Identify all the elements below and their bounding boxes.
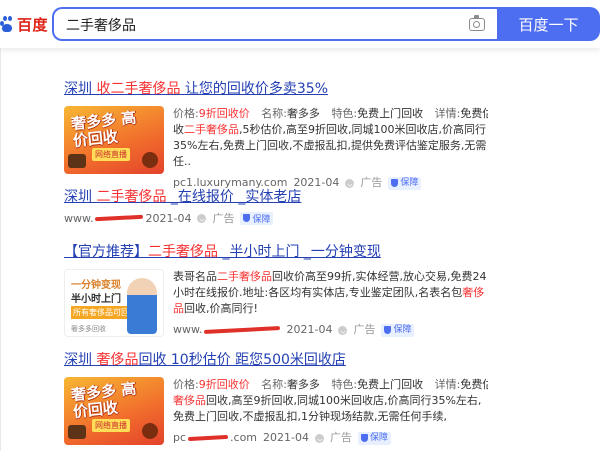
result-url[interactable]: www. (173, 322, 202, 338)
bag-icon (142, 423, 158, 439)
result-body: 价格:9折回收价 名称:奢多多 特色:免费上门回收 详情:免费估价 奢侈品回收,… (173, 377, 488, 445)
thumbnail-logo: 奢多多回收 (71, 325, 106, 333)
guarantee-badge[interactable]: 保障 (240, 211, 274, 225)
result-url-end[interactable]: .com (230, 430, 257, 446)
result-title-link[interactable]: 深圳 收二手奢侈品 让您的回收价多卖35% (64, 80, 484, 98)
redaction-mark (187, 434, 229, 442)
search-box[interactable] (52, 7, 499, 41)
result-description: 表哥名品二手奢侈品回收价高至99折,实体经营,放心交易,免费24小时在线报价.地… (173, 270, 487, 315)
result-body: 表哥名品二手奢侈品回收价高至99折,实体经营,放心交易,免费24小时在线报价.地… (173, 269, 488, 337)
thumbnail-tag: 网络直播 (92, 148, 130, 161)
redaction-mark (204, 326, 281, 334)
result-url[interactable]: pc (173, 430, 186, 446)
result-url[interactable]: www. (64, 212, 93, 225)
ad-label: 广告 (353, 323, 376, 336)
result-source: pc .com 2021-04 广告 保障 (173, 431, 488, 445)
thumbnail-tag: 网络直播 (92, 419, 130, 432)
logo-text: 百度 (17, 15, 49, 34)
result-thumbnail[interactable]: 奢多多 高价回收 网络直播 (64, 106, 164, 174)
result-item: 深圳 奢侈品回收 10秒估价 距您500米回收店 奢多多 高价回收 网络直播 价… (64, 351, 488, 445)
ad-label: 广告 (330, 431, 352, 444)
result-date: 2021-04 (263, 431, 309, 444)
redaction-mark (95, 214, 144, 222)
camera-icon[interactable] (469, 15, 485, 31)
result-title-link[interactable]: 深圳 奢侈品回收 10秒估价 距您500米回收店 (64, 351, 484, 369)
ad-label: 广告 (212, 212, 235, 225)
guarantee-badge[interactable]: 保障 (358, 431, 392, 445)
thumbnail-text: 一分钟变现 (71, 280, 121, 291)
result-thumbnail[interactable]: 奢多多 高价回收 网络直播 (64, 377, 164, 445)
bag-icon (68, 425, 86, 439)
result-title-link[interactable]: 【官方推荐】二手奢侈品 _半小时上门 _一分钟变现 (64, 243, 484, 261)
check-icon[interactable] (338, 325, 348, 335)
guarantee-badge[interactable]: 保障 (381, 323, 415, 337)
result-thumbnail[interactable]: 一分钟变现 半小时上门 所有奢侈品可回收 奢多多回收 (64, 269, 164, 337)
paw-icon (0, 15, 14, 33)
shield-icon (361, 434, 368, 442)
bag-icon (68, 154, 86, 168)
result-date: 2021-04 (145, 211, 192, 225)
thumbnail-text: 奢多多 高价回收 (70, 108, 138, 151)
result-title-link[interactable]: 深圳 二手奢侈品 _在线报价 _实体老店 (64, 188, 484, 206)
check-icon[interactable] (197, 213, 207, 223)
result-date: 2021-04 (286, 323, 333, 336)
thumbnail-text: 半小时上门 (71, 294, 121, 305)
shield-icon (391, 179, 399, 187)
thumbnail-text: 奢多多 高价回收 (70, 379, 138, 422)
search-header: 百度 百度一下 (0, 0, 600, 48)
check-icon[interactable] (345, 178, 355, 188)
result-item: 深圳 收二手奢侈品 让您的回收价多卖35% 奢多多 高价回收 网络直播 价格:9… (64, 80, 488, 190)
result-info-row: 价格:9折回收价 名称:奢多多 特色:免费上门回收 详情:免费估价 (173, 107, 488, 120)
bag-icon (142, 152, 158, 168)
result-item: 【官方推荐】二手奢侈品 _半小时上门 _一分钟变现 一分钟变现 半小时上门 所有… (64, 243, 486, 337)
search-input[interactable] (66, 15, 446, 35)
result-source: www. 2021-04 广告 保障 (173, 323, 488, 337)
result-item: 深圳 二手奢侈品 _在线报价 _实体老店 www. 2021-04 广告 保障 (64, 188, 484, 225)
result-description: 收二手奢侈品,5秒估价,高至9折回收,同城100米回收店,价高同行35%左右,免… (173, 123, 487, 168)
result-source: www. 2021-04 广告 保障 (64, 211, 484, 225)
divider (0, 48, 1, 451)
baidu-logo[interactable]: 百度 (0, 11, 48, 37)
result-description: 奢侈品回收,高至9折回收,同城100米回收店,价高同行35%左右,免费上门回收,… (173, 394, 482, 423)
result-info-row: 价格:9折回收价 名称:奢多多 特色:免费上门回收 详情:免费估价 (173, 378, 488, 391)
shield-icon (243, 214, 251, 222)
check-icon[interactable] (315, 433, 324, 443)
result-body: 价格:9折回收价 名称:奢多多 特色:免费上门回收 详情:免费估价 收二手奢侈品… (173, 106, 488, 190)
person-image (127, 278, 157, 334)
search-button[interactable]: 百度一下 (497, 7, 600, 41)
shield-icon (384, 326, 392, 334)
